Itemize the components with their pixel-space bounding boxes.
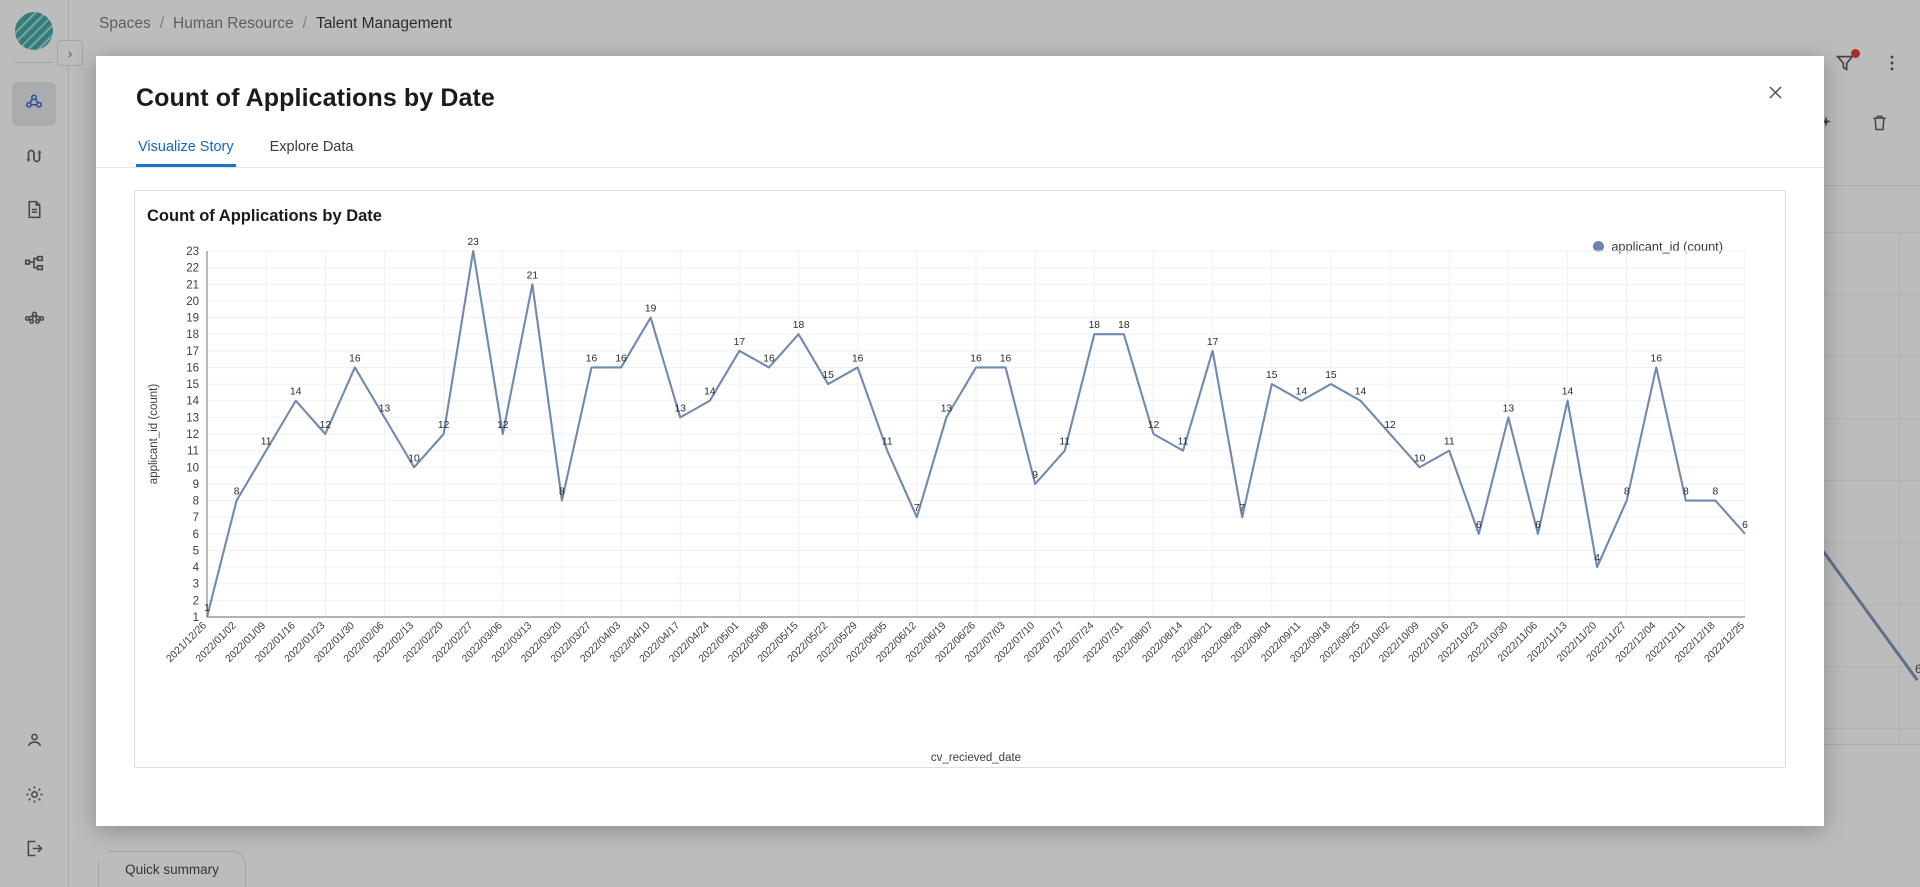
data-point-label: 16 <box>970 353 982 364</box>
chart-plot-area: 1 2 3 4 5 6 7 8 9 10 11 12 13 14 15 16 17 18 19 20 21 22 23 1 8 1… <box>135 237 1785 767</box>
data-point-label: 9 <box>1032 470 1038 481</box>
data-point-label: 18 <box>1118 320 1130 331</box>
data-point-label: 6 <box>1476 520 1482 531</box>
data-point-label: 14 <box>1562 387 1574 398</box>
data-point-label: 18 <box>793 320 805 331</box>
data-point-label: 13 <box>674 403 686 414</box>
y-axis-tick: 11 <box>187 446 199 458</box>
data-point-label: 12 <box>1384 420 1396 431</box>
data-point-label: 14 <box>1296 387 1308 398</box>
data-point-label: 21 <box>527 270 539 281</box>
data-point-label: 19 <box>645 304 657 315</box>
tab-explore-data[interactable]: Explore Data <box>268 139 356 167</box>
y-axis-tick: 20 <box>186 296 199 308</box>
data-point-label: 12 <box>497 420 509 431</box>
data-point-label: 11 <box>261 437 272 448</box>
y-axis-tick: 18 <box>186 329 199 341</box>
chart-card: Count of Applications by Date applicant_… <box>134 190 1786 768</box>
data-point-label: 8 <box>234 487 240 498</box>
y-axis-tick: 19 <box>186 313 199 325</box>
data-point-label: 6 <box>1742 520 1748 531</box>
data-point-label: 8 <box>1713 487 1719 498</box>
tab-visualize-story-label: Visualize Story <box>138 139 234 155</box>
data-point-label: 10 <box>1414 453 1426 464</box>
y-axis-tick: 3 <box>193 579 199 591</box>
y-axis-tick: 1 <box>193 612 199 624</box>
data-point-label: 16 <box>586 353 598 364</box>
data-point-label: 16 <box>1000 353 1012 364</box>
data-point-label: 10 <box>408 453 420 464</box>
modal-header: Count of Applications by Date <box>96 56 1824 113</box>
y-axis-tick: 21 <box>186 279 199 291</box>
data-point-label: 12 <box>1148 420 1160 431</box>
y-axis-tick: 10 <box>186 462 199 474</box>
data-point-label: 14 <box>704 387 716 398</box>
modal-tabs: Visualize Story Explore Data <box>96 139 1824 168</box>
y-axis-tick: 15 <box>186 379 199 391</box>
data-point-label: 1 <box>204 603 210 614</box>
y-axis-tick: 7 <box>193 512 199 524</box>
y-axis-title: applicant_id (count) <box>148 384 160 485</box>
data-point-label: 8 <box>1683 487 1689 498</box>
chart-card-title: Count of Applications by Date <box>147 207 382 225</box>
data-point-label: 18 <box>1089 320 1101 331</box>
data-point-label: 17 <box>1207 337 1219 348</box>
data-point-label: 8 <box>1624 487 1630 498</box>
y-axis-tick: 17 <box>186 346 199 358</box>
data-point-label: 16 <box>763 353 775 364</box>
data-point-label: 11 <box>882 437 893 448</box>
y-axis-tick: 13 <box>186 412 199 424</box>
data-point-label: 4 <box>1594 553 1600 564</box>
data-point-label: 16 <box>349 353 361 364</box>
chart-detail-modal: Count of Applications by Date Visualize … <box>96 56 1824 826</box>
data-point-label: 14 <box>1355 387 1367 398</box>
data-point-label: 11 <box>1059 437 1070 448</box>
y-axis-tick: 8 <box>193 496 199 508</box>
page-title: Count of Applications by Date <box>136 84 495 112</box>
data-point-label: 15 <box>822 370 834 381</box>
y-axis-tick: 23 <box>186 246 199 258</box>
line-chart[interactable]: 1234567891011121314151617181920212223181… <box>135 237 1785 767</box>
close-button[interactable] <box>1760 80 1790 110</box>
y-axis-tick: 6 <box>193 529 199 541</box>
data-point-label: 16 <box>1651 353 1663 364</box>
data-point-label: 14 <box>290 387 302 398</box>
y-axis-tick: 4 <box>193 562 200 574</box>
data-point-label: 11 <box>1178 437 1189 448</box>
data-point-label: 6 <box>1535 520 1541 531</box>
data-point-label: 16 <box>615 353 627 364</box>
data-point-label: 11 <box>1444 437 1455 448</box>
data-point-label: 7 <box>914 503 920 514</box>
y-axis-tick: 5 <box>193 545 199 557</box>
data-point-label: 12 <box>438 420 450 431</box>
data-point-label: 13 <box>1503 403 1515 414</box>
tab-explore-data-label: Explore Data <box>269 139 354 155</box>
y-axis-tick: 2 <box>193 595 199 607</box>
data-point-label: 15 <box>1266 370 1278 381</box>
data-point-label: 17 <box>734 337 746 348</box>
data-point-label: 8 <box>559 487 565 498</box>
y-axis-tick: 22 <box>186 263 199 275</box>
data-point-label: 12 <box>320 420 332 431</box>
x-axis-title: cv_recieved_date <box>931 752 1021 764</box>
data-point-label: 23 <box>467 237 479 248</box>
data-point-label: 15 <box>1325 370 1337 381</box>
close-icon <box>1766 83 1785 107</box>
data-point-label: 13 <box>941 403 953 414</box>
data-point-label: 16 <box>852 353 864 364</box>
data-point-label: 13 <box>379 403 391 414</box>
y-axis-tick: 12 <box>186 429 199 441</box>
tab-visualize-story[interactable]: Visualize Story <box>136 139 236 167</box>
y-axis-tick: 9 <box>193 479 199 491</box>
y-axis-tick: 16 <box>186 362 199 374</box>
data-point-label: 7 <box>1239 503 1245 514</box>
y-axis-tick: 14 <box>186 396 199 408</box>
